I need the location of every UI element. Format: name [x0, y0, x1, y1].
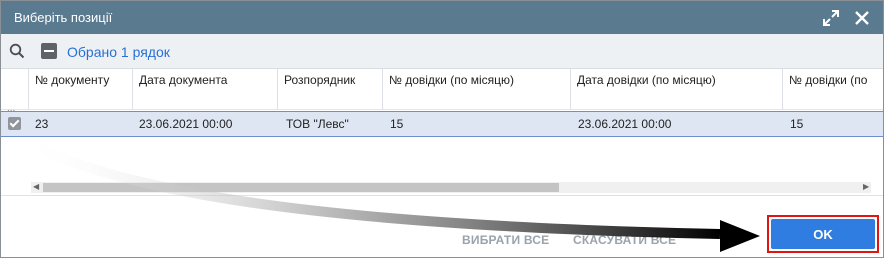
row-checkbox[interactable]	[8, 117, 21, 130]
header-checkbox-column	[1, 69, 29, 91]
select-all-button[interactable]: ВИБРАТИ ВСЕ	[462, 233, 549, 247]
cell-manager: ТОВ "Левс"	[286, 117, 349, 131]
filter-cell[interactable]	[133, 91, 278, 109]
search-icon[interactable]	[9, 43, 25, 59]
dialog-footer: ВИБРАТИ ВСЕ СКАСУВАТИ ВСЕ	[1, 195, 883, 257]
cell-cert-date: 23.06.2021 00:00	[578, 117, 672, 131]
filter-row: ...	[1, 91, 883, 114]
table-row[interactable]: 23 23.06.2021 00:00 ТОВ "Левс" 15 23.06.…	[1, 111, 883, 137]
column-header-doc-number[interactable]: № документу	[29, 69, 133, 91]
filter-cell[interactable]	[383, 91, 571, 109]
cell-doc-date: 23.06.2021 00:00	[139, 117, 233, 131]
close-icon[interactable]	[852, 8, 872, 28]
positions-grid: № документу Дата документа Розпорядник №…	[1, 69, 883, 195]
column-header-manager[interactable]: Розпорядник	[278, 69, 383, 91]
selected-count-label: Обрано 1 рядок	[67, 44, 170, 60]
selection-toolbar: Обрано 1 рядок	[1, 34, 883, 69]
scrollbar-thumb[interactable]	[43, 183, 559, 192]
ok-button[interactable]: OK	[771, 219, 875, 249]
select-positions-dialog: Виберіть позиції Обрано 1 рядок № докуме…	[0, 0, 884, 258]
column-header-cert-date[interactable]: Дата довідки (по місяцю)	[571, 69, 783, 91]
cancel-all-button[interactable]: СКАСУВАТИ ВСЕ	[573, 233, 676, 247]
column-header-cert-number[interactable]: № довідки (по місяцю)	[383, 69, 571, 91]
column-header-doc-date[interactable]: Дата документа	[133, 69, 278, 91]
filter-cell[interactable]	[29, 91, 133, 109]
cell-cert-number-2: 15	[790, 117, 804, 131]
deselect-icon[interactable]	[41, 43, 57, 59]
dialog-titlebar: Виберіть позиції	[1, 1, 883, 34]
column-header-cert-number-2[interactable]: № довідки (по	[783, 69, 883, 91]
filter-cell[interactable]	[571, 91, 783, 109]
dialog-title: Виберіть позиції	[14, 10, 113, 25]
cell-doc-number: 23	[35, 117, 49, 131]
scroll-left-icon[interactable]: ◀	[33, 182, 39, 191]
filter-cell[interactable]	[278, 91, 383, 109]
cell-cert-number: 15	[390, 117, 404, 131]
scroll-right-icon[interactable]: ▶	[863, 182, 869, 191]
expand-icon[interactable]	[821, 8, 841, 28]
